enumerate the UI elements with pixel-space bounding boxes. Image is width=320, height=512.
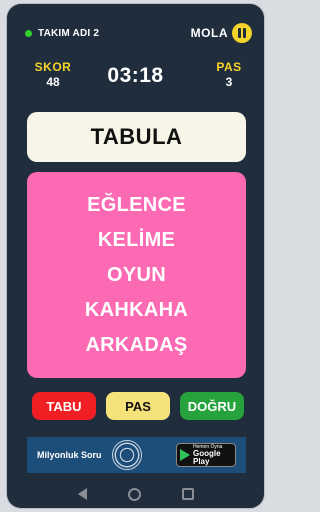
forbidden-word: ARKADAŞ (85, 333, 188, 356)
pause-label: MOLA (190, 26, 228, 40)
correct-button[interactable]: DOĞRU (180, 392, 244, 420)
home-icon[interactable] (127, 487, 141, 501)
forbidden-word: KAHKAHA (84, 298, 189, 321)
action-buttons: TABU PAS DOĞRU (32, 392, 244, 420)
forbidden-words-card: EĞLENCE KELİME OYUN KAHKAHA ARKADAŞ (27, 172, 246, 378)
team-name: TAKIM ADI 2 (38, 27, 100, 39)
store-text: Hemen Oyna Google Play (193, 444, 232, 466)
pause-icon[interactable] (232, 23, 252, 43)
ad-banner[interactable]: Milyonluk Soru Hemen Oyna Google Play (27, 437, 246, 473)
pause-control[interactable]: MOLA (191, 23, 252, 43)
status-dot-icon (25, 29, 32, 37)
team-indicator: TAKIM ADI 2 (25, 28, 99, 39)
forbidden-word: KELİME (97, 228, 176, 251)
ad-title: Milyonluk Soru (37, 450, 102, 460)
countdown-timer: 03:18 (107, 64, 164, 87)
game-screen: TAKIM ADI 2 MOLA SKOR 48 PAS 3 03:18 TAB… (7, 4, 264, 508)
tabu-button[interactable]: TABU (32, 392, 96, 420)
target-word: TABULA (90, 124, 183, 149)
recents-icon[interactable] (181, 488, 194, 500)
google-play-badge[interactable]: Hemen Oyna Google Play (176, 443, 236, 467)
store-name: Google Play (193, 448, 221, 466)
forbidden-word: EĞLENCE (87, 193, 186, 216)
pass-button[interactable]: PAS (106, 392, 170, 420)
target-word-card: TABULA (27, 112, 246, 162)
ad-logo-icon (111, 440, 142, 470)
system-nav-bar (7, 480, 264, 508)
play-store-icon (180, 449, 190, 461)
top-bar: TAKIM ADI 2 MOLA (25, 22, 252, 44)
back-icon[interactable] (77, 488, 87, 500)
forbidden-word: OYUN (107, 263, 166, 286)
